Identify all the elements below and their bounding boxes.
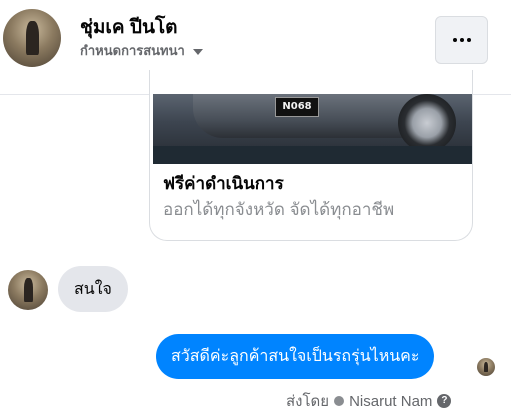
car-wheel (398, 94, 456, 152)
ad-card-title: ฟรีค่าดำเนินการ (163, 174, 284, 193)
conversation-schedule-dropdown[interactable]: กำหนดการสนทนา (80, 40, 203, 61)
incoming-message[interactable]: สนใจ (58, 266, 128, 312)
schedule-label: กำหนดการสนทนา (80, 43, 185, 58)
more-horizontal-icon (452, 38, 457, 42)
read-receipt-avatar (477, 358, 495, 376)
contact-avatar[interactable] (3, 9, 61, 67)
outgoing-message[interactable]: สวัสดีค่ะลูกค้าสนใจเป็นรถรุ่นไหนคะ (156, 334, 435, 379)
ad-card-subtitle: ออกได้ทุกจังหวัด จัดได้ทุกอาชีพ (163, 200, 395, 219)
license-plate: N068 (275, 97, 319, 117)
car-image: N068 (153, 94, 472, 164)
agent-status-icon (334, 396, 345, 406)
contact-name[interactable]: ชุ่มเค ปีนโต (80, 12, 178, 42)
help-icon[interactable]: ? (437, 394, 452, 408)
agent-name[interactable]: Nisarut Nam (349, 393, 432, 410)
sent-by-info: ส่งโดย Nisarut Nam ? (286, 389, 452, 413)
more-options-button[interactable] (435, 16, 488, 64)
caret-down-icon (192, 48, 203, 55)
sent-by-label: ส่งโดย (286, 393, 330, 410)
sender-avatar[interactable] (8, 270, 48, 310)
